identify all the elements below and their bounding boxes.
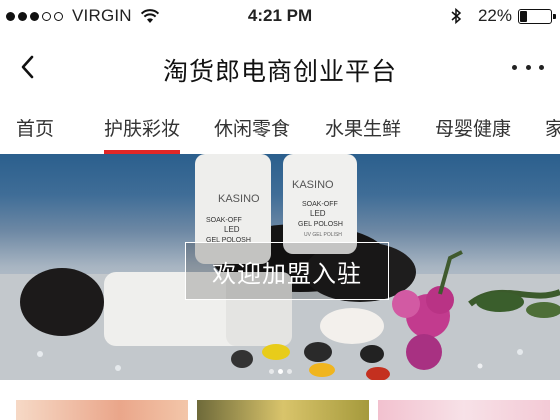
tab-snacks[interactable]: 休闲零食 (214, 114, 290, 154)
product-strip (0, 380, 560, 420)
tab-maternal-health[interactable]: 母婴健康 (435, 114, 511, 154)
pager-dot-active (277, 369, 283, 374)
bottle-brand-left: KASINO (218, 193, 260, 205)
status-right: 22% (450, 6, 556, 26)
tab-label: 母婴健康 (435, 118, 512, 140)
page-title: 淘货郎电商创业平台 (162, 57, 397, 86)
product-thumb-1[interactable] (16, 400, 188, 420)
more-button[interactable] (508, 52, 548, 82)
pager-dot (286, 369, 292, 374)
pager-dot (268, 369, 274, 374)
banner-pager (0, 369, 560, 374)
tab-home-goods[interactable]: 家 (545, 114, 560, 154)
status-bar: VIRGIN 4:21 PM 22% (0, 0, 560, 36)
tab-skincare-makeup[interactable]: 护肤彩妆 (104, 114, 181, 154)
tab-home[interactable]: 首页 (16, 114, 54, 154)
bottle-label-line: LED (224, 225, 240, 234)
tab-label: 护肤彩妆 (104, 118, 181, 140)
bluetooth-icon (451, 7, 462, 25)
tab-fresh-fruit[interactable]: 水果生鲜 (325, 114, 401, 154)
bottle-label-line: SOAK-OFF (206, 217, 242, 224)
nav-bar: 淘货郎电商创业平台 (0, 36, 560, 100)
more-dots-icon (512, 64, 517, 70)
bottle-label-line: SOAK-OFF (302, 201, 338, 208)
category-tabs: 首页 护肤彩妆 休闲零食 水果生鲜 母婴健康 家 (0, 100, 560, 154)
battery-icon (518, 8, 556, 24)
bottle-label-line: GEL POLOSH (298, 221, 343, 228)
tab-label: 首页 (16, 118, 55, 140)
join-cta-button[interactable]: 欢迎加盟入驻 (185, 242, 389, 300)
promo-banner[interactable]: KASINO KASINO SOAK-OFF LED GEL POLOSH SO… (0, 154, 560, 380)
battery-percentage: 22% (477, 6, 512, 25)
product-thumb-3[interactable] (378, 400, 550, 420)
bottle-label-line: LED (310, 209, 326, 218)
bottle-brand-right: KASINO (292, 179, 334, 191)
bottle-label-line: UV GEL POLISH (304, 232, 342, 238)
tab-label: 休闲零食 (214, 118, 291, 140)
product-thumb-2[interactable] (197, 400, 369, 420)
tab-label: 水果生鲜 (325, 118, 402, 140)
tab-label: 家 (545, 118, 560, 140)
